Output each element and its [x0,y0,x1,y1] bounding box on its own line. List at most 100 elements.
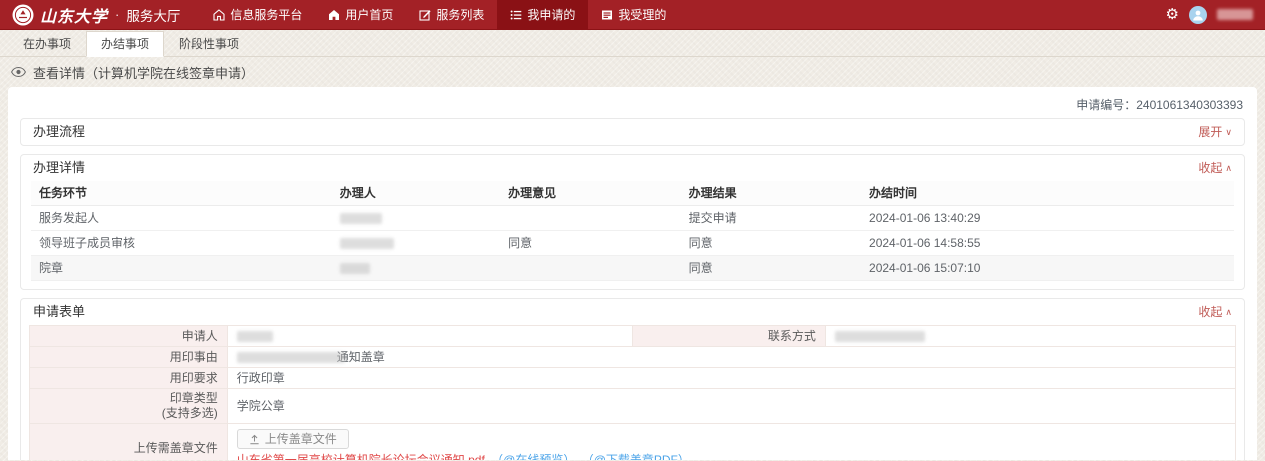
tab-staged[interactable]: 阶段性事项 [164,31,254,57]
form-row-seal-reason: 用印事由 通知盖章 [30,347,1236,368]
cell-opinion [500,256,680,281]
seal-type-label: 印章类型 (支持多选) [30,389,228,424]
nav-item-my-handled[interactable]: 我受理的 [588,0,679,30]
table-row: 领导班子成员审核 同意 同意 2024-01-06 14:58:55 [31,231,1234,256]
eye-icon [11,67,26,77]
redacted-reason-text [237,352,345,363]
seal-type-label-line2: (支持多选) [39,406,218,421]
seal-reason-value: 通知盖章 [227,347,1235,368]
application-number: 申请编号：2401061340303393 [20,91,1245,118]
table-row: 服务发起人 提交申请 2024-01-06 13:40:29 [31,206,1234,231]
seal-requirement-value: 行政印章 [227,368,1235,389]
nav-label: 我申请的 [527,6,575,23]
uploaded-file-line: 山东省第一届高校计算机院长论坛会议通知.pdf （@在线预览） （@下载盖章PD… [237,453,1226,460]
collapse-toggle[interactable]: 收起 ∧ [1198,160,1232,176]
online-preview-link[interactable]: （@在线预览） [491,453,575,460]
uploaded-file-link[interactable]: 山东省第一届高校计算机院长论坛会议通知.pdf [237,453,485,460]
cell-opinion: 同意 [500,231,680,256]
cell-handler [332,231,500,256]
seal-type-label-line1: 印章类型 [39,391,218,406]
nav-label: 服务列表 [436,6,484,23]
upload-button-label: 上传盖章文件 [265,433,337,445]
upload-file-label: 上传需盖章文件 [30,424,228,461]
cell-handler [332,206,500,231]
chevron-down-icon: ∨ [1225,128,1232,137]
form-row-seal-requirement: 用印要求 行政印章 [30,368,1236,389]
section-detail: 办理详情 收起 ∧ 任务环节 办理人 办理意见 办理结果 办结时间 服务发起人 [20,154,1245,290]
section-title: 办理详情 [33,160,85,176]
logo-separator: · [115,7,119,22]
col-opinion: 办理意见 [500,181,680,206]
form-row-applicant: 申请人 联系方式 [30,326,1236,347]
chevron-up-icon: ∧ [1225,308,1232,317]
nav-item-service-list[interactable]: 服务列表 [406,0,497,30]
seal-reason-label: 用印事由 [30,347,228,368]
cell-finish-time: 2024-01-06 13:40:29 [861,206,1234,231]
redacted-handler-name [340,213,382,224]
section-process: 办理流程 展开 ∨ [20,118,1245,146]
settings-gear-icon[interactable]: ⚙ [1166,7,1179,22]
section-form-header: 申请表单 收起 ∧ [21,299,1244,325]
redacted-phone-number [835,331,925,342]
topbar-right-group: ⚙ [1166,6,1253,24]
redacted-applicant-name [237,331,273,342]
nav-item-user-home[interactable]: 用户首页 [315,0,406,30]
detail-card: 申请编号：2401061340303393 办理流程 展开 ∨ 办理详情 收起 … [8,87,1257,460]
section-application-form: 申请表单 收起 ∧ 申请人 联系方式 用印事由 通知盖章 [20,298,1245,460]
cell-opinion [500,206,680,231]
nav-label: 信息服务平台 [230,6,302,23]
expand-toggle[interactable]: 展开 ∨ [1198,124,1232,140]
redacted-handler-name [340,263,370,274]
user-avatar[interactable] [1189,6,1207,24]
col-finish-time: 办结时间 [861,181,1234,206]
main-nav: 信息服务平台 用户首页 服务列表 我申请的 [200,0,679,30]
section-title: 申请表单 [33,304,85,320]
cell-handler [332,256,500,281]
cell-finish-time: 2024-01-06 15:07:10 [861,256,1234,281]
upload-seal-file-button[interactable]: 上传盖章文件 [237,429,349,449]
section-detail-header: 办理详情 收起 ∧ [21,155,1244,181]
page-title: 查看详情（计算机学院在线签章申请） [33,63,254,82]
col-result: 办理结果 [681,181,861,206]
table-header-row: 任务环节 办理人 办理意见 办理结果 办结时间 [31,181,1234,206]
home-icon [213,9,225,21]
download-sealed-pdf-link[interactable]: （@下载盖章PDF） [582,453,690,460]
collapse-toggle[interactable]: 收起 ∧ [1198,304,1232,320]
house-icon [328,9,340,21]
top-navbar: 山东大学 · 服务大厅 信息服务平台 用户首页 服务列表 [0,0,1265,30]
portal-name: 服务大厅 [126,5,180,25]
cell-result: 同意 [681,256,861,281]
cell-task-step: 领导班子成员审核 [31,231,332,256]
university-logo[interactable]: 山东大学 · 服务大厅 [12,3,180,27]
cell-finish-time: 2024-01-06 14:58:55 [861,231,1234,256]
cell-result: 提交申请 [681,206,861,231]
upload-file-value: 上传盖章文件 山东省第一届高校计算机院长论坛会议通知.pdf （@在线预览） （… [227,424,1235,461]
application-number-value: 2401061340303393 [1136,98,1243,112]
section-title: 办理流程 [33,124,85,140]
contact-value [825,326,1235,347]
cell-task-step: 服务发起人 [31,206,332,231]
application-form-table: 申请人 联系方式 用印事由 通知盖章 用印要求 行政印章 [29,325,1236,460]
form-row-seal-type: 印章类型 (支持多选) 学院公章 [30,389,1236,424]
cell-task-step: 院章 [31,256,332,281]
tab-completed[interactable]: 办结事项 [86,31,164,57]
redacted-username [1217,9,1253,20]
seal-requirement-label: 用印要求 [30,368,228,389]
upload-icon [249,434,260,445]
list-icon [510,9,522,21]
col-handler: 办理人 [332,181,500,206]
applicant-label: 申请人 [30,326,228,347]
table-row: 院章 同意 2024-01-06 15:07:10 [31,256,1234,281]
application-number-label: 申请编号： [1076,98,1136,112]
list-alt-icon [601,9,613,21]
person-icon [1191,8,1205,22]
university-seal-icon [12,4,34,26]
nav-item-my-applications[interactable]: 我申请的 [497,0,588,30]
nav-label: 我受理的 [618,6,666,23]
cell-result: 同意 [681,231,861,256]
tab-in-progress[interactable]: 在办事项 [8,31,86,57]
section-process-header: 办理流程 展开 ∨ [21,119,1244,145]
toggle-label: 展开 [1198,124,1222,140]
chevron-up-icon: ∧ [1225,164,1232,173]
nav-item-info-platform[interactable]: 信息服务平台 [200,0,315,30]
